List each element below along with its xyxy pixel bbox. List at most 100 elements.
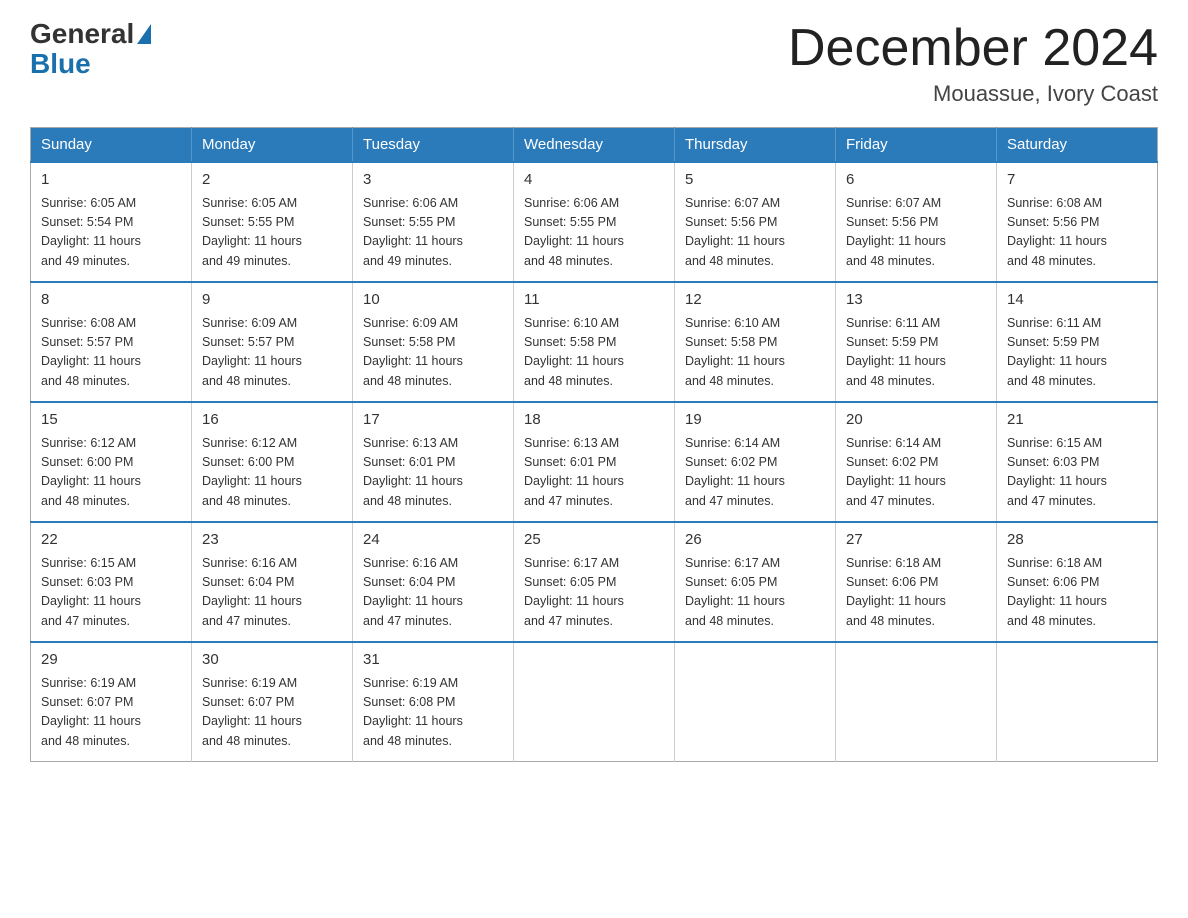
day-info: Sunrise: 6:05 AM Sunset: 5:55 PM Dayligh… <box>202 194 342 272</box>
location: Mouassue, Ivory Coast <box>788 81 1158 107</box>
day-info: Sunrise: 6:09 AM Sunset: 5:57 PM Dayligh… <box>202 314 342 392</box>
day-number: 26 <box>685 529 825 552</box>
day-cell: 18Sunrise: 6:13 AM Sunset: 6:01 PM Dayli… <box>514 402 675 522</box>
day-number: 19 <box>685 409 825 432</box>
day-number: 20 <box>846 409 986 432</box>
day-info: Sunrise: 6:16 AM Sunset: 6:04 PM Dayligh… <box>363 554 503 632</box>
column-header-saturday: Saturday <box>997 128 1158 163</box>
day-number: 21 <box>1007 409 1147 432</box>
day-info: Sunrise: 6:09 AM Sunset: 5:58 PM Dayligh… <box>363 314 503 392</box>
day-cell <box>514 642 675 762</box>
day-info: Sunrise: 6:18 AM Sunset: 6:06 PM Dayligh… <box>1007 554 1147 632</box>
day-info: Sunrise: 6:10 AM Sunset: 5:58 PM Dayligh… <box>685 314 825 392</box>
calendar-table: SundayMondayTuesdayWednesdayThursdayFrid… <box>30 127 1158 762</box>
day-cell: 27Sunrise: 6:18 AM Sunset: 6:06 PM Dayli… <box>836 522 997 642</box>
day-number: 22 <box>41 529 181 552</box>
day-info: Sunrise: 6:14 AM Sunset: 6:02 PM Dayligh… <box>846 434 986 512</box>
day-cell: 10Sunrise: 6:09 AM Sunset: 5:58 PM Dayli… <box>353 282 514 402</box>
day-info: Sunrise: 6:10 AM Sunset: 5:58 PM Dayligh… <box>524 314 664 392</box>
day-number: 13 <box>846 289 986 312</box>
day-cell: 19Sunrise: 6:14 AM Sunset: 6:02 PM Dayli… <box>675 402 836 522</box>
day-info: Sunrise: 6:19 AM Sunset: 6:07 PM Dayligh… <box>41 674 181 752</box>
day-cell <box>675 642 836 762</box>
day-info: Sunrise: 6:12 AM Sunset: 6:00 PM Dayligh… <box>41 434 181 512</box>
column-header-thursday: Thursday <box>675 128 836 163</box>
day-cell: 9Sunrise: 6:09 AM Sunset: 5:57 PM Daylig… <box>192 282 353 402</box>
day-info: Sunrise: 6:08 AM Sunset: 5:57 PM Dayligh… <box>41 314 181 392</box>
day-number: 24 <box>363 529 503 552</box>
day-info: Sunrise: 6:13 AM Sunset: 6:01 PM Dayligh… <box>524 434 664 512</box>
week-row-1: 1Sunrise: 6:05 AM Sunset: 5:54 PM Daylig… <box>31 162 1158 282</box>
day-info: Sunrise: 6:18 AM Sunset: 6:06 PM Dayligh… <box>846 554 986 632</box>
day-cell: 6Sunrise: 6:07 AM Sunset: 5:56 PM Daylig… <box>836 162 997 282</box>
day-info: Sunrise: 6:05 AM Sunset: 5:54 PM Dayligh… <box>41 194 181 272</box>
day-cell: 12Sunrise: 6:10 AM Sunset: 5:58 PM Dayli… <box>675 282 836 402</box>
day-cell: 29Sunrise: 6:19 AM Sunset: 6:07 PM Dayli… <box>31 642 192 762</box>
day-cell: 3Sunrise: 6:06 AM Sunset: 5:55 PM Daylig… <box>353 162 514 282</box>
day-number: 9 <box>202 289 342 312</box>
day-cell: 22Sunrise: 6:15 AM Sunset: 6:03 PM Dayli… <box>31 522 192 642</box>
week-row-2: 8Sunrise: 6:08 AM Sunset: 5:57 PM Daylig… <box>31 282 1158 402</box>
column-header-sunday: Sunday <box>31 128 192 163</box>
day-number: 10 <box>363 289 503 312</box>
day-number: 27 <box>846 529 986 552</box>
day-cell: 24Sunrise: 6:16 AM Sunset: 6:04 PM Dayli… <box>353 522 514 642</box>
column-header-friday: Friday <box>836 128 997 163</box>
day-number: 4 <box>524 169 664 192</box>
day-number: 12 <box>685 289 825 312</box>
day-number: 25 <box>524 529 664 552</box>
day-info: Sunrise: 6:07 AM Sunset: 5:56 PM Dayligh… <box>846 194 986 272</box>
day-info: Sunrise: 6:17 AM Sunset: 6:05 PM Dayligh… <box>524 554 664 632</box>
week-row-4: 22Sunrise: 6:15 AM Sunset: 6:03 PM Dayli… <box>31 522 1158 642</box>
day-cell: 31Sunrise: 6:19 AM Sunset: 6:08 PM Dayli… <box>353 642 514 762</box>
day-cell: 4Sunrise: 6:06 AM Sunset: 5:55 PM Daylig… <box>514 162 675 282</box>
day-number: 28 <box>1007 529 1147 552</box>
logo-general-text: General <box>30 20 134 48</box>
day-cell: 30Sunrise: 6:19 AM Sunset: 6:07 PM Dayli… <box>192 642 353 762</box>
page-header: General Blue December 2024 Mouassue, Ivo… <box>30 20 1158 107</box>
day-cell: 26Sunrise: 6:17 AM Sunset: 6:05 PM Dayli… <box>675 522 836 642</box>
day-cell: 13Sunrise: 6:11 AM Sunset: 5:59 PM Dayli… <box>836 282 997 402</box>
day-cell: 1Sunrise: 6:05 AM Sunset: 5:54 PM Daylig… <box>31 162 192 282</box>
day-number: 8 <box>41 289 181 312</box>
logo-blue-text: Blue <box>30 48 91 80</box>
week-row-3: 15Sunrise: 6:12 AM Sunset: 6:00 PM Dayli… <box>31 402 1158 522</box>
day-info: Sunrise: 6:13 AM Sunset: 6:01 PM Dayligh… <box>363 434 503 512</box>
day-cell: 15Sunrise: 6:12 AM Sunset: 6:00 PM Dayli… <box>31 402 192 522</box>
day-number: 7 <box>1007 169 1147 192</box>
day-number: 11 <box>524 289 664 312</box>
day-number: 18 <box>524 409 664 432</box>
column-header-tuesday: Tuesday <box>353 128 514 163</box>
day-number: 1 <box>41 169 181 192</box>
day-info: Sunrise: 6:06 AM Sunset: 5:55 PM Dayligh… <box>524 194 664 272</box>
day-info: Sunrise: 6:19 AM Sunset: 6:08 PM Dayligh… <box>363 674 503 752</box>
day-number: 16 <box>202 409 342 432</box>
day-cell: 16Sunrise: 6:12 AM Sunset: 6:00 PM Dayli… <box>192 402 353 522</box>
day-info: Sunrise: 6:14 AM Sunset: 6:02 PM Dayligh… <box>685 434 825 512</box>
day-info: Sunrise: 6:11 AM Sunset: 5:59 PM Dayligh… <box>846 314 986 392</box>
day-info: Sunrise: 6:08 AM Sunset: 5:56 PM Dayligh… <box>1007 194 1147 272</box>
day-number: 17 <box>363 409 503 432</box>
day-number: 23 <box>202 529 342 552</box>
day-number: 15 <box>41 409 181 432</box>
week-row-5: 29Sunrise: 6:19 AM Sunset: 6:07 PM Dayli… <box>31 642 1158 762</box>
day-number: 3 <box>363 169 503 192</box>
day-info: Sunrise: 6:17 AM Sunset: 6:05 PM Dayligh… <box>685 554 825 632</box>
logo: General Blue <box>30 20 153 80</box>
day-info: Sunrise: 6:11 AM Sunset: 5:59 PM Dayligh… <box>1007 314 1147 392</box>
day-info: Sunrise: 6:07 AM Sunset: 5:56 PM Dayligh… <box>685 194 825 272</box>
day-cell: 21Sunrise: 6:15 AM Sunset: 6:03 PM Dayli… <box>997 402 1158 522</box>
day-info: Sunrise: 6:15 AM Sunset: 6:03 PM Dayligh… <box>41 554 181 632</box>
day-number: 6 <box>846 169 986 192</box>
title-section: December 2024 Mouassue, Ivory Coast <box>788 20 1158 107</box>
day-number: 14 <box>1007 289 1147 312</box>
day-number: 2 <box>202 169 342 192</box>
day-cell: 28Sunrise: 6:18 AM Sunset: 6:06 PM Dayli… <box>997 522 1158 642</box>
day-cell: 17Sunrise: 6:13 AM Sunset: 6:01 PM Dayli… <box>353 402 514 522</box>
day-cell: 11Sunrise: 6:10 AM Sunset: 5:58 PM Dayli… <box>514 282 675 402</box>
day-cell: 8Sunrise: 6:08 AM Sunset: 5:57 PM Daylig… <box>31 282 192 402</box>
day-cell: 25Sunrise: 6:17 AM Sunset: 6:05 PM Dayli… <box>514 522 675 642</box>
day-cell: 7Sunrise: 6:08 AM Sunset: 5:56 PM Daylig… <box>997 162 1158 282</box>
day-cell <box>836 642 997 762</box>
day-info: Sunrise: 6:16 AM Sunset: 6:04 PM Dayligh… <box>202 554 342 632</box>
